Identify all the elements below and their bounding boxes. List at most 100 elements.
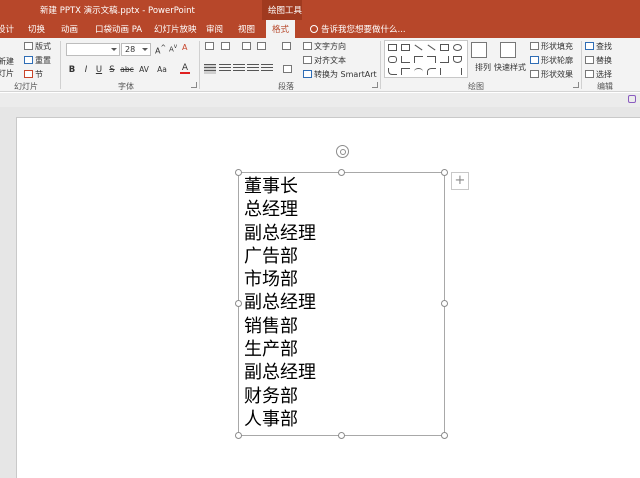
tab-view[interactable]: 视图 xyxy=(238,23,255,35)
decrease-indent-button[interactable] xyxy=(242,42,253,51)
tab-review[interactable]: 审阅 xyxy=(206,23,223,35)
textbox-content[interactable]: 董事长 总经理 副总经理 广告部 市场部 副总经理 销售部 生产部 副总经理 财务部 人事部 xyxy=(244,175,316,431)
numbering-button[interactable] xyxy=(221,42,232,51)
paragraph-dialog-launcher-icon[interactable] xyxy=(372,82,378,88)
line-spacing-button[interactable] xyxy=(282,42,293,51)
shape-fill-button[interactable]: 形状填充 xyxy=(530,41,573,52)
tab-format[interactable]: 格式 xyxy=(266,20,296,38)
bullets-button[interactable] xyxy=(205,42,216,51)
columns-button[interactable] xyxy=(283,65,294,74)
textbox-shape-icon[interactable] xyxy=(401,44,410,51)
underline-button[interactable]: U xyxy=(93,65,105,75)
increase-indent-button[interactable] xyxy=(257,42,268,51)
arc-shape-icon[interactable] xyxy=(414,68,423,75)
textbox-line[interactable]: 副总经理 xyxy=(244,361,316,384)
connector-shape-icon[interactable] xyxy=(414,56,423,63)
line-shape-icon[interactable] xyxy=(414,44,423,51)
down-arrow-shape-icon[interactable] xyxy=(453,56,462,63)
layout-button[interactable]: 版式 xyxy=(24,41,51,52)
textbox-line[interactable]: 财务部 xyxy=(244,385,316,408)
replace-button[interactable]: 替换 xyxy=(585,55,612,66)
textbox-line[interactable]: 副总经理 xyxy=(244,291,316,314)
font-size-combo[interactable]: 28 xyxy=(121,43,151,56)
align-text-button[interactable]: 对齐文本 xyxy=(303,55,346,66)
italic-button[interactable]: I xyxy=(80,65,92,75)
font-dialog-launcher-icon[interactable] xyxy=(191,82,197,88)
align-right-button[interactable] xyxy=(233,64,245,74)
rotate-handle-icon[interactable] xyxy=(336,145,349,158)
text-direction-button[interactable]: 文字方向 xyxy=(303,41,346,52)
select-button[interactable]: 选择 xyxy=(585,69,612,80)
curve-shape-icon[interactable] xyxy=(388,68,397,75)
section-button[interactable]: 节 xyxy=(24,69,43,80)
section-icon xyxy=(24,70,33,78)
resize-handle[interactable] xyxy=(235,300,242,307)
shape-outline-button[interactable]: 形状轮廓 xyxy=(530,55,573,66)
drawing-dialog-launcher-icon[interactable] xyxy=(573,82,579,88)
tab-pocket-animation[interactable]: 口袋动画 PA xyxy=(95,23,142,35)
convert-smartart-button[interactable]: 转换为 SmartArt xyxy=(303,69,377,80)
triangle-shape-icon[interactable] xyxy=(401,56,410,63)
arrange-label: 排列 xyxy=(475,63,491,72)
new-slide-label-1[interactable]: 新建 xyxy=(0,56,14,67)
shapes-gallery[interactable] xyxy=(384,40,468,78)
arrange-button[interactable] xyxy=(471,42,489,59)
textbox-line[interactable]: 销售部 xyxy=(244,315,316,338)
bold-button[interactable]: B xyxy=(66,65,78,75)
connector-shape-icon[interactable] xyxy=(427,56,436,63)
convert-smartart-label: 转换为 SmartArt xyxy=(314,70,377,79)
quick-styles-button[interactable] xyxy=(500,42,518,59)
font-name-combo[interactable] xyxy=(66,43,120,56)
shrink-font-button[interactable]: Av xyxy=(169,44,177,53)
shape-effects-button[interactable]: 形状效果 xyxy=(530,69,573,80)
layout-options-button[interactable]: + xyxy=(451,172,469,190)
resize-handle[interactable] xyxy=(338,169,345,176)
arrow-shape-icon[interactable] xyxy=(440,56,449,63)
freeform-shape-icon[interactable] xyxy=(401,68,410,75)
align-left-button[interactable] xyxy=(204,64,216,74)
tell-me-search[interactable]: 告诉我您想要做什么... xyxy=(310,23,406,35)
textbox-line[interactable]: 人事部 xyxy=(244,408,316,431)
find-button[interactable]: 查找 xyxy=(585,41,612,52)
resize-handle[interactable] xyxy=(235,432,242,439)
rectangle-shape-icon[interactable] xyxy=(440,44,449,51)
grow-font-button[interactable]: A^ xyxy=(155,44,166,56)
strikethrough-button[interactable]: S xyxy=(106,65,118,75)
distribute-button[interactable] xyxy=(261,64,273,74)
curve-shape-icon[interactable] xyxy=(427,68,436,75)
tab-design[interactable]: 设计 xyxy=(0,23,14,35)
resize-handle[interactable] xyxy=(235,169,242,176)
character-spacing-button[interactable]: AV xyxy=(137,65,151,74)
resize-handle[interactable] xyxy=(441,432,448,439)
tab-transitions[interactable]: 切换 xyxy=(28,23,45,35)
textbox-line[interactable]: 副总经理 xyxy=(244,222,316,245)
resize-handle[interactable] xyxy=(441,300,448,307)
find-label: 查找 xyxy=(596,42,612,51)
bracket-shape-icon[interactable] xyxy=(440,68,449,75)
font-group-label: 字体 xyxy=(118,82,134,91)
textbox-line[interactable]: 总经理 xyxy=(244,198,316,221)
resize-handle[interactable] xyxy=(441,169,448,176)
font-color-button[interactable]: A xyxy=(180,63,190,74)
spacing-button[interactable]: abc xyxy=(119,65,135,74)
rectangle-shape-icon[interactable] xyxy=(388,44,397,51)
oval-shape-icon[interactable] xyxy=(453,44,462,51)
new-slide-label-2[interactable]: 灯片 xyxy=(0,68,14,79)
clear-format-button[interactable]: A xyxy=(182,43,187,52)
change-case-button[interactable]: Aa xyxy=(155,65,169,74)
textbox-line[interactable]: 广告部 xyxy=(244,245,316,268)
tab-animations[interactable]: 动画 xyxy=(61,23,78,35)
pen-icon[interactable] xyxy=(628,95,636,103)
tab-slideshow[interactable]: 幻灯片放映 xyxy=(154,23,197,35)
reset-button[interactable]: 重置 xyxy=(24,55,51,66)
align-center-button[interactable] xyxy=(219,64,231,74)
textbox-line[interactable]: 董事长 xyxy=(244,175,316,198)
line-shape-icon[interactable] xyxy=(427,44,436,51)
rounded-rectangle-shape-icon[interactable] xyxy=(388,56,397,63)
org-textbox[interactable]: 董事长 总经理 副总经理 广告部 市场部 副总经理 销售部 生产部 副总经理 财务部 人事部 xyxy=(238,172,445,436)
justify-button[interactable] xyxy=(247,64,259,74)
textbox-line[interactable]: 市场部 xyxy=(244,268,316,291)
resize-handle[interactable] xyxy=(338,432,345,439)
textbox-line[interactable]: 生产部 xyxy=(244,338,316,361)
bracket-shape-icon[interactable] xyxy=(453,68,462,75)
